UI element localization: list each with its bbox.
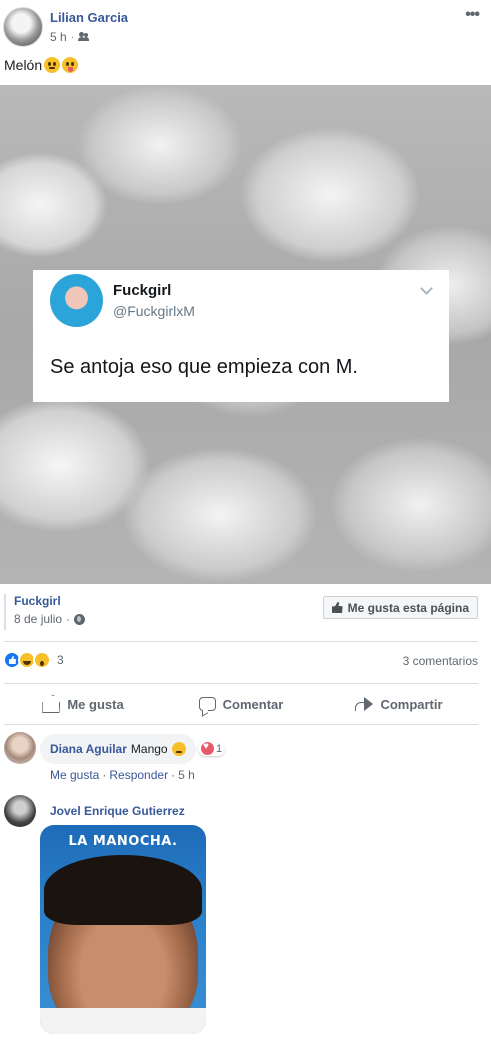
divider bbox=[4, 641, 478, 642]
tweet-author-name: Fuckgirl bbox=[113, 282, 172, 299]
status-text: Melón bbox=[4, 57, 43, 73]
wow-reaction-icon bbox=[33, 651, 51, 669]
comment-bubble: Diana Aguilar Mango bbox=[40, 734, 196, 764]
worried-face-emoji-icon bbox=[44, 57, 61, 73]
comment-button[interactable]: Comentar bbox=[162, 686, 320, 722]
sad-face-emoji-icon bbox=[171, 742, 186, 756]
thumbs-up-icon bbox=[42, 695, 61, 713]
shared-page-name[interactable]: Fuckgirl bbox=[14, 594, 85, 608]
comment-icon bbox=[198, 697, 216, 711]
comment-image[interactable]: LA MANOCHA. bbox=[40, 825, 206, 1034]
separator-dot: · bbox=[66, 612, 71, 626]
shared-page-attribution: Fuckgirl 8 de julio · bbox=[4, 594, 86, 630]
share-button[interactable]: Compartir bbox=[320, 686, 478, 722]
commenter-avatar[interactable] bbox=[4, 732, 36, 764]
divider bbox=[4, 724, 478, 725]
post-status-text: Melón bbox=[4, 57, 79, 73]
separator-dot: · bbox=[171, 768, 176, 782]
globe-icon[interactable] bbox=[74, 613, 86, 625]
post-meta: 5 h · bbox=[50, 30, 90, 44]
sticker-hair bbox=[44, 855, 202, 925]
comment-actions: Me gusta · Responder · 5 h bbox=[50, 768, 195, 782]
more-options-button[interactable]: ••• bbox=[465, 6, 480, 24]
comment-label: Comentar bbox=[222, 696, 284, 712]
comment-reaction-count: 1 bbox=[216, 742, 223, 755]
reaction-count[interactable]: 3 bbox=[57, 653, 64, 667]
like-button[interactable]: Me gusta bbox=[4, 686, 162, 722]
separator-dot: · bbox=[70, 31, 75, 43]
comment-reply-link[interactable]: Responder bbox=[109, 768, 168, 782]
comments-count-link[interactable]: 3 comentarios bbox=[403, 654, 478, 668]
tweet-handle: @FuckgirlxM bbox=[113, 303, 195, 319]
commenter-avatar[interactable] bbox=[4, 795, 36, 827]
tongue-face-emoji-icon bbox=[62, 57, 79, 73]
comment-author[interactable]: Diana Aguilar bbox=[50, 742, 127, 756]
share-arrow-icon bbox=[355, 697, 374, 711]
friends-audience-icon[interactable] bbox=[78, 32, 90, 42]
shared-page-meta: 8 de julio · bbox=[14, 612, 86, 626]
comment-author[interactable]: Jovel Enrique Gutierrez bbox=[50, 804, 185, 818]
love-reaction-icon bbox=[201, 741, 214, 755]
share-label: Compartir bbox=[380, 696, 443, 712]
like-page-label: Me gusta esta página bbox=[347, 600, 469, 615]
chevron-down-icon bbox=[420, 282, 433, 295]
like-page-button[interactable]: Me gusta esta página bbox=[322, 596, 478, 619]
reactions-summary[interactable]: 3 bbox=[3, 651, 64, 669]
like-label: Me gusta bbox=[67, 696, 124, 712]
author-avatar[interactable] bbox=[3, 7, 43, 47]
tweet-card: Fuckgirl @FuckgirlxM Se antoja eso que e… bbox=[33, 270, 449, 402]
sticker-shirt bbox=[40, 1008, 206, 1034]
tweet-avatar bbox=[50, 274, 103, 327]
post-photo[interactable]: Fuckgirl @FuckgirlxM Se antoja eso que e… bbox=[0, 85, 491, 584]
comment-time[interactable]: 5 h bbox=[178, 768, 195, 782]
tweet-text: Se antoja eso que empieza con M. bbox=[50, 356, 358, 378]
comment-like-link[interactable]: Me gusta bbox=[50, 768, 99, 782]
shared-page-date[interactable]: 8 de julio bbox=[14, 612, 62, 626]
post-time[interactable]: 5 h bbox=[50, 30, 67, 44]
comment-image-caption: LA MANOCHA. bbox=[68, 834, 178, 849]
comment-reaction-badge[interactable]: 1 bbox=[198, 741, 226, 756]
comment-text: Mango bbox=[130, 742, 168, 756]
thumbs-up-icon bbox=[331, 602, 343, 613]
post-action-bar: Me gusta Comentar Compartir bbox=[4, 686, 478, 722]
divider bbox=[4, 683, 478, 684]
post-author-name[interactable]: Lilian Garcia bbox=[50, 10, 128, 25]
facebook-post: Lilian Garcia 5 h · ••• Melón Fuckgirl @… bbox=[0, 0, 491, 1042]
separator-dot: · bbox=[102, 768, 107, 782]
